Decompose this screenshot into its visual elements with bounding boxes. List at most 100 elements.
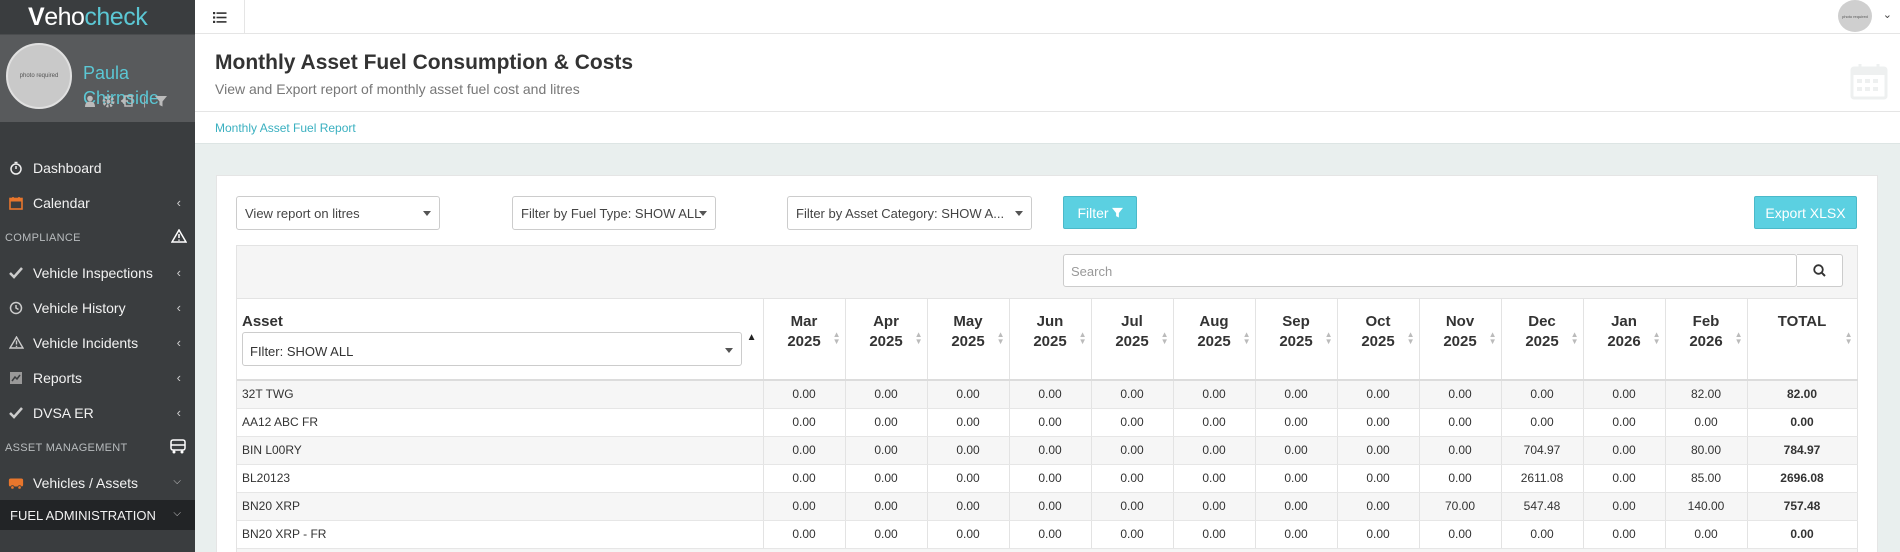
column-header-month[interactable]: Mar 2025 ▲ ▼ [763,299,846,381]
value-cell: 70.00 [1419,492,1502,521]
value-cell: 0.00 [1419,520,1502,549]
sidebar-item-label: Vehicle History [33,299,126,316]
value-cell: 0.00 [1255,464,1338,493]
asset-filter-value: FIlter: SHOW ALL [250,344,354,359]
value-cell: 0.00 [1419,436,1502,465]
top-avatar-text: photo required [1842,13,1868,19]
table-row[interactable]: BIN L00RY 0.00 0.00 0.00 0.00 0.00 0.00 0.00 0.0… [237,436,1858,465]
sort-icon[interactable]: ▲ ▼ [1243,331,1251,346]
sidebar-item-reports[interactable]: Reports ‹ [0,360,195,395]
sidebar-item-dashboard[interactable]: Dashboard [0,150,195,185]
value-cell: 0.00 [1091,436,1174,465]
filter-button-label: Filter [1077,204,1109,221]
column-header-month[interactable]: Dec 2025 ▲ ▼ [1501,299,1584,381]
sort-icon[interactable]: ▲ ▼ [1845,331,1853,346]
sort-icon[interactable]: ▲ ▼ [1489,331,1497,346]
filter-icon [1111,207,1123,218]
column-header-month-label: Dec [1528,313,1556,330]
sidebar-item-label: Vehicle Inspections [33,264,153,281]
column-header-year-label: 2025 [1197,333,1231,350]
user-avatar-text: photo required [19,73,59,79]
value-cell: 0.00 [763,464,846,493]
column-header-asset[interactable]: Asset FIlter: SHOW ALL ▲ [237,299,764,381]
gear-icon[interactable] [102,95,115,108]
divider: | [143,94,147,108]
sort-icon[interactable]: ▲ ▼ [833,331,841,346]
sort-icon[interactable]: ▲ ▼ [1079,331,1087,346]
column-header-year-label: 2025 [787,333,821,350]
view-report-select[interactable]: View report on litres [236,196,440,230]
column-header-month[interactable]: May 2025 ▲ ▼ [927,299,1010,381]
sort-ascending-icon[interactable]: ▲ [747,328,757,348]
column-header-month[interactable]: Jul 2025 ▲ ▼ [1091,299,1174,381]
filter-button[interactable]: Filter [1063,196,1137,229]
table-row[interactable]: AA12 ABC FR 0.00 0.00 0.00 0.00 0.00 0.00 0.00 0… [237,408,1858,437]
sidebar-item-vehicles-assets[interactable]: Vehicles / Assets ⌵ [0,465,195,500]
sidebar-item-label: Vehicle Incidents [33,334,139,351]
sidebar-item-fuel-administration[interactable]: FUEL ADMINISTRATION ⌵ [0,500,195,530]
export-xlsx-button[interactable]: Export XLSX [1754,196,1857,229]
table-row[interactable]: 32T TWG 0.00 0.00 0.00 0.00 0.00 0.00 0.00 0.00 0… [237,380,1858,409]
menu-toggle-button[interactable] [195,0,245,34]
column-header-month[interactable]: Oct 2025 ▲ ▼ [1337,299,1420,381]
sidebar-item-vehicle-inspections[interactable]: Vehicle Inspections ‹ [0,255,195,290]
asset-filter-select[interactable]: FIlter: SHOW ALL [242,332,742,366]
value-cell: 0.00 [1255,492,1338,521]
sort-icon[interactable]: ▲ ▼ [1735,331,1743,346]
app-logo[interactable]: Veho check [0,0,195,34]
sort-icon[interactable]: ▲ ▼ [1653,331,1661,346]
asset-category-select[interactable]: Filter by Asset Category: SHOW A... [787,196,1032,230]
value-cell: 0.00 [845,408,928,437]
value-cell: 0.00 [1173,464,1256,493]
logout-icon[interactable] [121,95,134,107]
table-row[interactable]: BN20 XRP - FR 0.00 0.00 0.00 0.00 0.00 0.00 0.0… [237,520,1858,549]
value-cell: 0.00 [1009,380,1092,409]
search-input[interactable]: Search [1063,254,1797,287]
chevron-down-icon[interactable]: ⌄ [1883,8,1892,21]
sort-icon[interactable]: ▲ ▼ [1325,331,1333,346]
asset-cell: BL20123 [237,464,764,493]
sort-icon[interactable]: ▲ ▼ [1571,331,1579,346]
column-header-month-label: Oct [1365,313,1391,330]
fuel-type-select[interactable]: Filter by Fuel Type: SHOW ALL [512,196,716,230]
asset-category-value: Filter by Asset Category: SHOW A... [796,206,1005,221]
sidebar-item-calendar[interactable]: Calendar ‹ [0,185,195,220]
column-header-month[interactable]: Jun 2025 ▲ ▼ [1009,299,1092,381]
sort-icon[interactable]: ▲ ▼ [1407,331,1415,346]
asset-cell: 32T TWG [237,380,764,409]
table-row[interactable]: BL20123 0.00 0.00 0.00 0.00 0.00 0.00 0.00 0.00 0… [237,464,1858,493]
page-subtitle: View and Export report of monthly asset … [215,81,580,97]
filter-icon[interactable] [155,95,168,107]
column-header-month[interactable]: Aug 2025 ▲ ▼ [1173,299,1256,381]
user-avatar[interactable]: photo required [6,43,72,109]
column-header-month[interactable]: Feb 2026 ▲ ▼ [1665,299,1748,381]
column-header-total[interactable]: TOTAL ▲ ▼ [1747,299,1858,381]
fuel-type-value: Filter by Fuel Type: SHOW ALL [521,206,702,221]
sidebar-item-vehicle-history[interactable]: Vehicle History ‹ [0,290,195,325]
column-header-year-label: 2026 [1607,333,1641,350]
sidebar-item-dvsa-er[interactable]: DVSA ER ‹ [0,395,195,430]
value-cell: 0.00 [1337,464,1420,493]
value-cell: 0.00 [763,492,846,521]
column-header-month[interactable]: Jan 2026 ▲ ▼ [1583,299,1666,381]
value-cell: 0.00 [845,380,928,409]
top-user-avatar[interactable]: photo required [1838,0,1872,32]
export-button-label: Export XLSX [1765,204,1846,221]
breadcrumb-link[interactable]: Monthly Asset Fuel Report [215,121,356,135]
value-cell: 140.00 [1665,492,1748,521]
value-cell: 80.00 [1665,436,1748,465]
value-cell: 0.00 [1583,492,1666,521]
sort-icon[interactable]: ▲ ▼ [1161,331,1169,346]
value-cell: 0.00 [1173,380,1256,409]
search-button[interactable] [1797,254,1843,287]
column-header-month[interactable]: Sep 2025 ▲ ▼ [1255,299,1338,381]
sort-icon[interactable]: ▲ ▼ [997,331,1005,346]
column-header-month[interactable]: Nov 2025 ▲ ▼ [1419,299,1502,381]
sidebar-item-vehicle-incidents[interactable]: Vehicle Incidents ‹ [0,325,195,360]
user-icon[interactable] [84,95,96,107]
column-header-month[interactable]: Apr 2025 ▲ ▼ [845,299,928,381]
sort-icon[interactable]: ▲ ▼ [915,331,923,346]
column-header-year-label: 2025 [869,333,903,350]
value-cell: 0.00 [763,380,846,409]
table-row[interactable]: BN20 XRP 0.00 0.00 0.00 0.00 0.00 0.00 0.00 0.00… [237,492,1858,521]
